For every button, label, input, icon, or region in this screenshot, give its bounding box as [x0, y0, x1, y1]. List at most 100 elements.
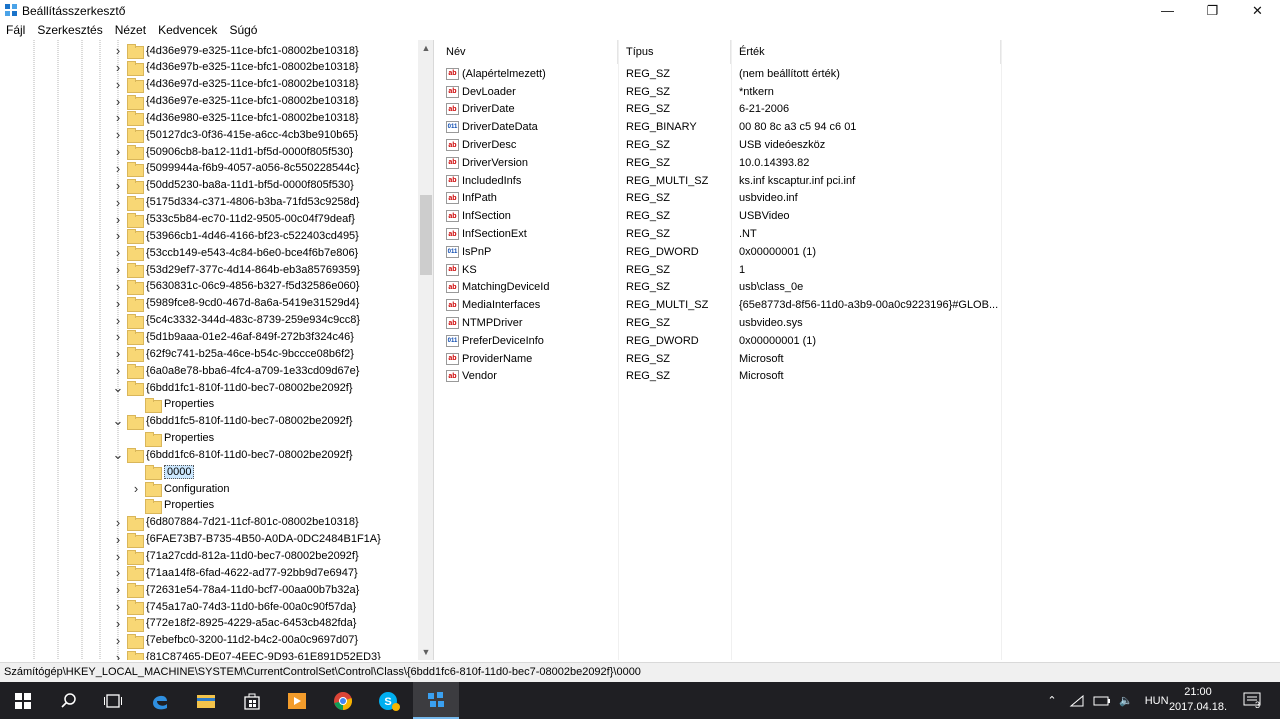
tree-node[interactable]: › {4d36e979-e325-11ce-bfc1-08002be10318} — [113, 42, 359, 59]
chrome-button[interactable] — [320, 682, 366, 719]
value-row[interactable]: ab IncludedInfs REG_MULTI_SZ ks.inf kscaptu… — [438, 172, 1280, 190]
value-row[interactable]: ab ProviderName REG_SZ Microsoft — [438, 350, 1280, 368]
chevron-right-icon[interactable]: › — [113, 312, 123, 329]
chevron-right-icon[interactable]: › — [113, 93, 123, 110]
tree-node[interactable]: › {6d807884-7d21-11cf-801c-08002be10318} — [113, 514, 359, 531]
chevron-right-icon[interactable]: › — [113, 261, 123, 278]
tree-vertical-scrollbar[interactable]: ▲ ▼ — [418, 40, 433, 660]
menu-edit[interactable]: Szerkesztés — [31, 21, 108, 40]
show-hidden-icons-icon[interactable]: ⌃ — [1043, 694, 1061, 707]
chevron-right-icon[interactable]: › — [113, 227, 123, 244]
menu-favorites[interactable]: Kedvencek — [152, 21, 223, 40]
chevron-right-icon[interactable]: › — [113, 615, 123, 632]
start-button[interactable] — [0, 682, 46, 719]
battery-icon[interactable] — [1093, 695, 1111, 707]
regedit-taskbar-button[interactable] — [413, 682, 459, 719]
action-center-button[interactable]: 3 — [1236, 682, 1272, 719]
tree-node[interactable]: › {71a27cdd-812a-11d0-bec7-08002be2092f} — [113, 548, 359, 565]
value-row[interactable]: ab InfSectionExt REG_SZ .NT — [438, 225, 1280, 243]
tree-node[interactable]: Properties — [131, 497, 214, 514]
chevron-right-icon[interactable]: › — [113, 143, 123, 160]
tree-node[interactable]: › {772e18f2-8925-4229-a5ac-6453cb482fda} — [113, 615, 356, 632]
tree-node[interactable]: Properties — [131, 430, 214, 447]
tree-node[interactable]: › {62f9c741-b25a-46ce-b54c-9bccce08b6f2} — [113, 345, 354, 363]
close-button[interactable]: ✕ — [1235, 0, 1280, 21]
tree-node[interactable]: › {6FAE73B7-B735-4B50-A0DA-0DC2484B1F1A} — [113, 531, 381, 548]
value-row[interactable]: ab InfPath REG_SZ usbvideo.inf — [438, 190, 1280, 208]
chevron-right-icon[interactable]: › — [113, 76, 123, 93]
tree-node[interactable]: › {4d36e980-e325-11ce-bfc1-08002be10318} — [113, 109, 359, 127]
menu-view[interactable]: Nézet — [109, 21, 152, 40]
value-row[interactable]: ab MatchingDeviceId REG_SZ usb\class_0e — [438, 279, 1280, 297]
tree-node[interactable]: › {50906cb8-ba12-11d1-bf5d-0000f805f530} — [113, 143, 353, 161]
chevron-right-icon[interactable]: › — [113, 531, 123, 548]
maximize-button[interactable]: ❐ — [1190, 0, 1235, 21]
chevron-right-icon[interactable]: › — [113, 42, 123, 59]
clock[interactable]: 21:00 2017.04.18. — [1168, 685, 1228, 715]
chevron-right-icon[interactable]: › — [113, 649, 123, 660]
value-row[interactable]: ab Vendor REG_SZ Microsoft — [438, 368, 1280, 386]
tree-node[interactable]: › {5630831c-06c9-4856-b327-f5d32586e060} — [113, 278, 359, 295]
column-header-name[interactable]: Név — [438, 40, 618, 64]
chevron-right-icon[interactable]: › — [113, 328, 123, 345]
tree-node[interactable]: › {53d29ef7-377c-4d14-864b-eb3a85769359} — [113, 261, 360, 279]
value-row[interactable]: 011 IsPnP REG_DWORD 0x00000001 (1) — [438, 243, 1280, 261]
chevron-right-icon[interactable]: › — [113, 59, 123, 76]
chevron-right-icon[interactable]: › — [113, 109, 123, 126]
value-row[interactable]: 011 DriverDateData REG_BINARY 00 80 8c a3 c… — [438, 118, 1280, 136]
volume-icon[interactable]: 🔈 — [1119, 694, 1133, 707]
value-row[interactable]: ab DevLoader REG_SZ *ntkern — [438, 83, 1280, 101]
value-row[interactable]: ab KS REG_SZ 1 — [438, 261, 1280, 279]
tree-node[interactable]: › Configuration — [131, 480, 229, 498]
tree-node[interactable]: › {53966cb1-4d46-4166-bf23-c522403cd495} — [113, 227, 359, 245]
tree-node[interactable]: › {4d36e97b-e325-11ce-bfc1-08002be10318} — [113, 59, 359, 76]
value-row[interactable]: 011 PreferDeviceInfo REG_DWORD 0x00000001 (… — [438, 332, 1280, 350]
tree-node[interactable]: › {71aa14f8-6fad-4622-ad77-92bb9d7e6947} — [113, 564, 358, 582]
tree-node[interactable]: Properties — [131, 396, 214, 413]
store-button[interactable] — [229, 682, 275, 719]
tree-node[interactable]: › {50dd5230-ba8a-11d1-bf5d-0000f805f530} — [113, 177, 354, 194]
value-row[interactable]: ab MediaInterfaces REG_MULTI_SZ {65e8773d-8… — [438, 296, 1280, 314]
edge-button[interactable] — [137, 682, 183, 719]
minimize-button[interactable]: — — [1145, 0, 1190, 21]
tree-node[interactable]: › {72631e54-78a4-11d0-bcf7-00aa00b7b32a} — [113, 581, 359, 599]
tree-node[interactable]: › {81C87465-DE07-4EEC-9D93-61E891D52ED3} — [113, 649, 381, 660]
chevron-right-icon[interactable]: › — [113, 244, 123, 261]
scrollbar-thumb[interactable] — [420, 195, 432, 275]
values-list-pane[interactable]: Név Típus Érték ab (Alapértelmezett) REG_S… — [438, 40, 1280, 660]
chevron-right-icon[interactable]: › — [113, 278, 123, 295]
chevron-right-icon[interactable]: › — [113, 211, 123, 228]
value-row[interactable]: ab NTMPDriver REG_SZ usbvideo.sys — [438, 314, 1280, 332]
chevron-right-icon[interactable]: › — [113, 564, 123, 581]
tree-node[interactable]: › {533c5b84-ec70-11d2-9505-00c04f79deaf} — [113, 211, 355, 228]
column-header-data[interactable]: Érték — [731, 40, 1001, 64]
tree-node[interactable]: › {50127dc3-0f36-415e-a6cc-4cb3be910b65} — [113, 126, 358, 144]
tree-node[interactable]: › {5175d334-c371-4806-b3ba-71fd53c9258d} — [113, 194, 359, 211]
search-button[interactable] — [46, 682, 92, 719]
tree-node[interactable]: › {4d36e97e-e325-11ce-bfc1-08002be10318} — [113, 93, 359, 110]
chevron-right-icon[interactable]: › — [113, 194, 123, 211]
value-row[interactable]: ab DriverDate REG_SZ 6-21-2006 — [438, 101, 1280, 119]
tree-node[interactable]: ⌄ {6bdd1fc6-810f-11d0-bec7-08002be2092f} — [113, 446, 353, 464]
tree-node[interactable]: › {5c4c3332-344d-483c-8739-259e934c9cc8} — [113, 312, 360, 329]
tree-node[interactable]: › {4d36e97d-e325-11ce-bfc1-08002be10318} — [113, 76, 359, 93]
chevron-down-icon[interactable]: ⌄ — [113, 413, 124, 430]
chevron-right-icon[interactable]: › — [113, 160, 123, 177]
network-icon[interactable] — [1069, 694, 1085, 708]
tree-node[interactable]: › {745a17a0-74d3-11d0-b6fe-00a0c90f57da} — [113, 598, 356, 616]
chevron-right-icon[interactable]: › — [113, 295, 123, 312]
tree-node[interactable]: ⌄ {6bdd1fc1-810f-11d0-bec7-08002be2092f} — [113, 379, 353, 396]
chevron-right-icon[interactable]: › — [113, 362, 123, 379]
tree-node[interactable]: › {7ebefbc0-3200-11d2-b4c2-00a0c9697d07} — [113, 632, 358, 649]
tree-node[interactable]: › {5989fce8-9cd0-467d-8a6a-5419e31529d4} — [113, 295, 359, 312]
tree-node[interactable]: › {6a0a8e78-bba6-4fc4-a709-1e33cd09d67e} — [113, 362, 359, 380]
chevron-down-icon[interactable]: ⌄ — [113, 379, 124, 396]
tree-node[interactable]: › {53ccb149-e543-4c84-b6e0-bce4f6b7e806} — [113, 244, 358, 262]
chevron-right-icon[interactable]: › — [113, 126, 123, 143]
tree-node[interactable]: › {5099944a-f6b9-4057-a056-8c550228544c} — [113, 160, 359, 177]
scroll-down-icon[interactable]: ▼ — [418, 644, 433, 660]
value-row[interactable]: ab DriverVersion REG_SZ 10.0.14393.82 — [438, 154, 1280, 172]
chevron-right-icon[interactable]: › — [113, 581, 123, 598]
column-header-type[interactable]: Típus — [618, 40, 731, 64]
tree-node[interactable]: ⌄ {6bdd1fc5-810f-11d0-bec7-08002be2092f} — [113, 413, 353, 430]
